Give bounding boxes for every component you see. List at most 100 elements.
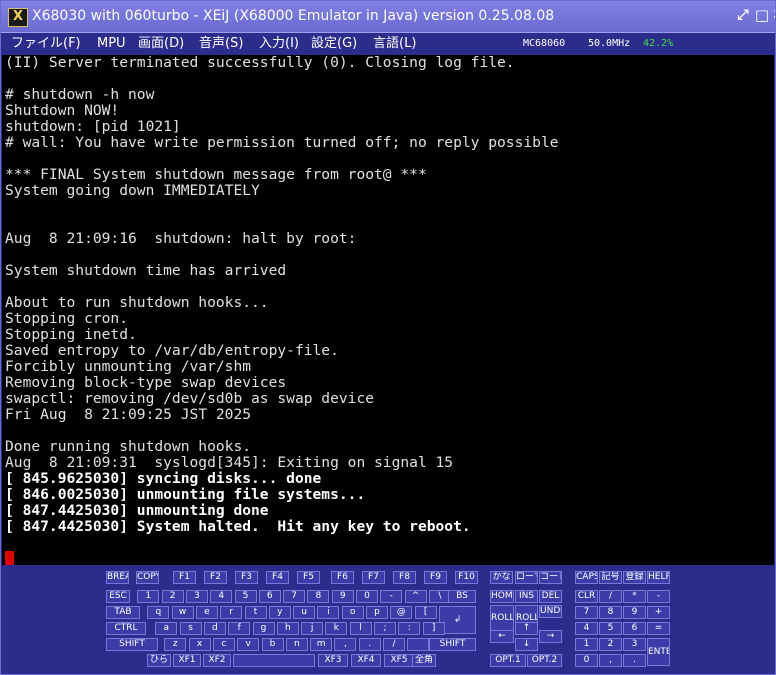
key[interactable]: [ <box>414 606 437 619</box>
title-bar[interactable]: X X68030 with 060turbo - XEiJ (X68000 Em… <box>1 1 775 33</box>
key[interactable]: / <box>599 590 622 603</box>
key[interactable]: ENTER <box>647 638 670 666</box>
key[interactable]: @ <box>390 606 413 619</box>
key[interactable]: - <box>647 590 670 603</box>
key[interactable]: 9 <box>331 590 354 603</box>
key[interactable]: 登録 <box>623 571 646 584</box>
key[interactable]: * <box>623 590 646 603</box>
close-icon[interactable]: ✕ <box>772 7 775 23</box>
key[interactable]: 7 <box>283 590 306 603</box>
key[interactable]: BS <box>448 590 476 603</box>
key[interactable]: 8 <box>599 606 622 619</box>
key[interactable]: F7 <box>362 571 385 584</box>
key[interactable]: i <box>317 606 340 619</box>
key[interactable]: DEL <box>539 590 562 603</box>
key[interactable]: コード <box>539 571 562 584</box>
key[interactable]: 0 <box>575 654 598 667</box>
menu-sound[interactable]: 音声(S) <box>199 35 243 52</box>
menu-settings[interactable]: 設定(G) <box>311 35 357 52</box>
key[interactable]: 5 <box>234 590 257 603</box>
key[interactable]: . <box>623 654 646 667</box>
key[interactable]: , <box>599 654 622 667</box>
key[interactable]: CTRL <box>106 622 146 635</box>
key[interactable]: m <box>310 638 333 651</box>
key[interactable]: ROLL UP <box>490 605 514 631</box>
key[interactable]: TAB <box>106 606 140 619</box>
maximize-icon[interactable]: □ <box>754 7 770 23</box>
key[interactable]: 3 <box>623 638 646 651</box>
key[interactable]: : <box>398 622 421 635</box>
key[interactable]: q <box>147 606 170 619</box>
key[interactable]: かな <box>490 571 513 584</box>
key[interactable]: F9 <box>424 571 447 584</box>
key[interactable]: F1 <box>173 571 196 584</box>
key[interactable]: UNDO <box>539 605 562 618</box>
key[interactable]: 9 <box>623 606 646 619</box>
key[interactable]: y <box>268 606 291 619</box>
key[interactable]: f <box>228 622 251 635</box>
key[interactable]: 7 <box>575 606 598 619</box>
key[interactable]: ] <box>422 622 445 635</box>
key[interactable]: 5 <box>599 622 622 635</box>
key[interactable]: p <box>366 606 388 619</box>
key[interactable]: XF3 <box>318 654 348 667</box>
key[interactable] <box>407 638 430 651</box>
key[interactable]: F2 <box>204 571 227 584</box>
key[interactable]: ESC <box>106 590 130 603</box>
key[interactable]: . <box>358 638 381 651</box>
key[interactable]: ← <box>490 630 514 643</box>
key[interactable]: ローマ <box>515 571 538 584</box>
menu-language[interactable]: 言語(L) <box>373 35 416 52</box>
key[interactable]: BREAK <box>106 571 129 584</box>
key[interactable]: 6 <box>258 590 281 603</box>
key[interactable]: s <box>179 622 202 635</box>
key[interactable]: b <box>261 638 284 651</box>
key[interactable]: HOME <box>490 590 514 603</box>
key[interactable]: g <box>252 622 275 635</box>
menu-mpu[interactable]: MPU <box>97 35 126 52</box>
key[interactable]: SHIFT <box>429 638 476 651</box>
key[interactable]: t <box>244 606 267 619</box>
key[interactable]: F10 <box>455 571 478 584</box>
key[interactable]: n <box>285 638 308 651</box>
key[interactable]: z <box>164 638 187 651</box>
key[interactable]: XF5 <box>384 654 414 667</box>
key[interactable]: 6 <box>623 622 646 635</box>
key[interactable]: ^ <box>404 590 427 603</box>
key[interactable]: 8 <box>307 590 330 603</box>
key[interactable]: XF2 <box>203 654 231 667</box>
key[interactable]: 4 <box>210 590 233 603</box>
restore-icon[interactable]: ⤢ <box>735 7 751 23</box>
key[interactable]: SHIFT <box>106 638 158 651</box>
key[interactable]: 4 <box>575 622 598 635</box>
key[interactable]: F6 <box>331 571 354 584</box>
key[interactable]: F5 <box>297 571 320 584</box>
key[interactable]: d <box>203 622 226 635</box>
key[interactable]: 3 <box>185 590 208 603</box>
key[interactable]: o <box>341 606 364 619</box>
key[interactable]: e <box>195 606 218 619</box>
key[interactable]: 1 <box>137 590 160 603</box>
key[interactable]: CLR <box>575 590 598 603</box>
key[interactable]: - <box>380 590 403 603</box>
menu-input[interactable]: 入力(I) <box>259 35 299 52</box>
key[interactable]: INS <box>515 590 538 603</box>
key[interactable]: 全角 <box>412 654 436 667</box>
key[interactable]: ↑ <box>515 622 538 635</box>
key[interactable]: ↓ <box>515 638 538 651</box>
key[interactable]: c <box>212 638 235 651</box>
key[interactable]: COPY <box>136 571 159 584</box>
key[interactable]: ひら <box>147 654 171 667</box>
key[interactable]: 2 <box>161 590 184 603</box>
key[interactable]: / <box>383 638 405 651</box>
key[interactable]: j <box>301 622 324 635</box>
key[interactable]: a <box>155 622 178 635</box>
key[interactable]: u <box>293 606 316 619</box>
key[interactable]: r <box>220 606 243 619</box>
key[interactable]: F8 <box>393 571 416 584</box>
menu-file[interactable]: ファイル(F) <box>11 35 81 52</box>
key[interactable]: + <box>647 606 670 619</box>
key[interactable]: , <box>334 638 357 651</box>
key[interactable]: = <box>647 622 670 635</box>
key[interactable]: XF4 <box>351 654 381 667</box>
